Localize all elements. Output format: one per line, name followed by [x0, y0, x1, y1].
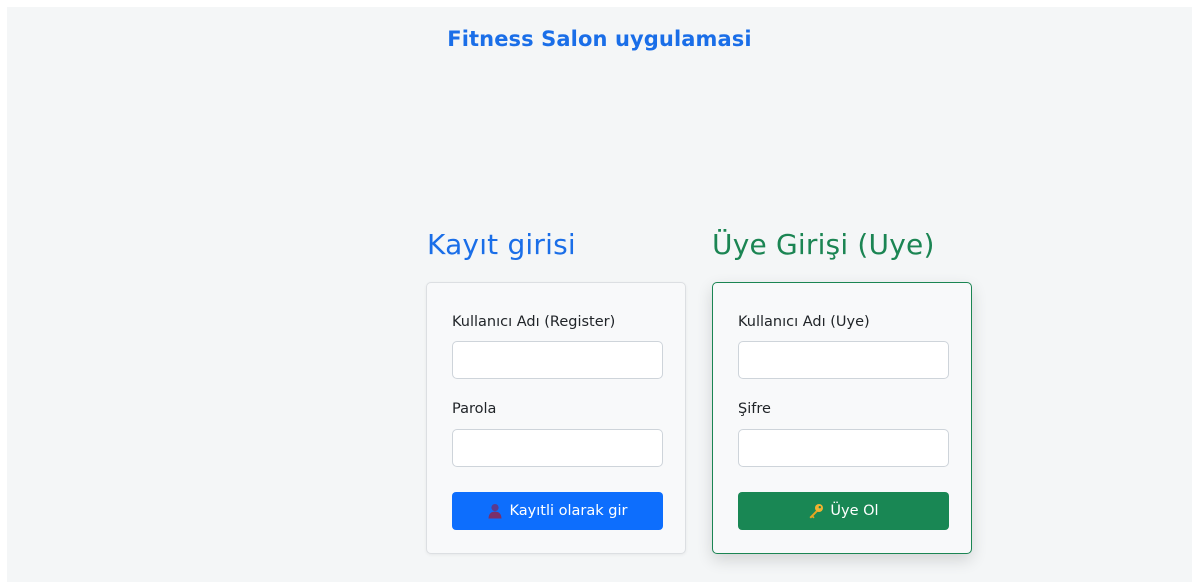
register-login-button[interactable]: Kayıtli olarak gir	[452, 492, 663, 530]
member-password-label: Şifre	[738, 401, 771, 417]
member-username-label: Kullanıcı Adı (Uye)	[738, 314, 870, 330]
key-icon	[808, 503, 824, 519]
app-title: Fitness Salon uygulamasi	[447, 27, 752, 51]
user-icon	[488, 503, 502, 519]
member-username-input[interactable]	[738, 341, 949, 379]
register-username-label: Kullanıcı Adı (Register)	[452, 314, 616, 330]
member-password-input[interactable]	[738, 429, 949, 467]
register-login-button-label: Kayıtli olarak gir	[509, 503, 628, 519]
member-signup-button-label: Üye Ol	[830, 503, 879, 519]
page-background: Fitness Salon uygulamasi Kayıt girisi Üy…	[7, 7, 1192, 582]
register-password-input[interactable]	[452, 429, 663, 467]
register-heading: Kayıt girisi	[427, 228, 576, 261]
register-username-input[interactable]	[452, 341, 663, 379]
member-card: Kullanıcı Adı (Uye) Şifre Üye Ol	[712, 282, 972, 554]
member-heading: Üye Girişi (Uye)	[712, 228, 935, 261]
register-password-label: Parola	[452, 401, 497, 417]
member-signup-button[interactable]: Üye Ol	[738, 492, 949, 530]
register-card: Kullanıcı Adı (Register) Parola Kayıtli …	[426, 282, 686, 554]
